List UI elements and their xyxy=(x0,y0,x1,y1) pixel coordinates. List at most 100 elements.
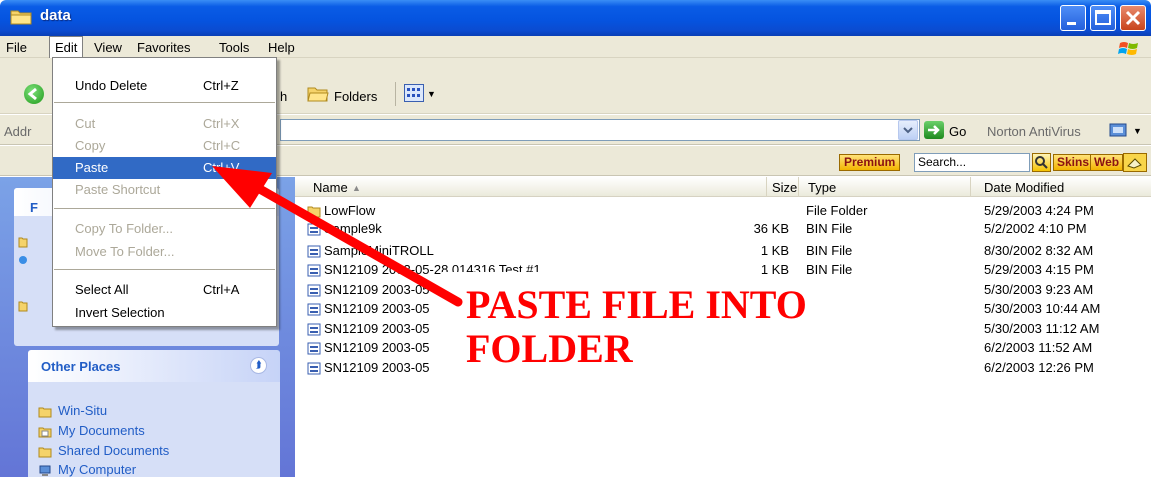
file-name: Sample9k xyxy=(324,221,382,236)
task-globe-icon xyxy=(19,256,27,264)
go-label[interactable]: Go xyxy=(949,124,966,139)
web-button[interactable]: Web xyxy=(1090,154,1124,171)
file-date-modified: 6/2/2003 12:26 PM xyxy=(984,360,1094,375)
menu-file[interactable]: File xyxy=(6,40,27,55)
eraser-icon[interactable] xyxy=(1123,153,1147,172)
edit-menu-dropdown: Undo Delete Ctrl+Z Cut Ctrl+X Copy Ctrl+… xyxy=(52,57,277,327)
menu-view[interactable]: View xyxy=(94,40,122,55)
chevron-down-icon xyxy=(903,127,913,134)
menu-item-shortcut: Ctrl+Z xyxy=(203,78,239,93)
annotation-line-2: FOLDER xyxy=(466,326,633,371)
address-input[interactable] xyxy=(280,119,920,141)
minimize-button[interactable] xyxy=(1060,5,1086,31)
skins-search-input[interactable]: Search... xyxy=(914,153,1030,172)
menu-tools[interactable]: Tools xyxy=(219,40,249,55)
menu-item-cut[interactable]: Cut Ctrl+X xyxy=(53,113,276,135)
column-divider[interactable] xyxy=(798,177,799,197)
place-shared-documents[interactable]: Shared Documents xyxy=(58,443,169,458)
menu-item-label: Copy To Folder... xyxy=(75,221,174,236)
bin-file-icon xyxy=(307,362,321,375)
menu-item-paste[interactable]: Paste Ctrl+V xyxy=(53,157,276,179)
task-folder-icon xyxy=(18,237,28,248)
file-name: LowFlow xyxy=(324,203,376,218)
my-documents-icon xyxy=(38,427,52,438)
file-size: 36 KB xyxy=(753,221,789,236)
search-button-label[interactable]: h xyxy=(280,89,287,104)
menu-item-move-to-folder[interactable]: Move To Folder... xyxy=(53,241,276,263)
column-type[interactable]: Type xyxy=(808,180,836,195)
place-my-computer[interactable]: My Computer xyxy=(58,462,136,477)
go-button[interactable] xyxy=(924,121,944,139)
menu-item-paste-shortcut[interactable]: Paste Shortcut xyxy=(53,179,276,201)
file-name: SN12109 2003-05 xyxy=(324,321,430,336)
file-size: 1 KB xyxy=(760,243,789,258)
folders-button[interactable]: Folders xyxy=(334,89,377,104)
menu-favorites[interactable]: Favorites xyxy=(137,40,190,55)
menu-item-copy-to-folder[interactable]: Copy To Folder... xyxy=(53,218,276,240)
place-my-documents[interactable]: My Documents xyxy=(58,423,145,438)
file-type: BIN File xyxy=(806,221,853,236)
file-size: 1 KB xyxy=(760,262,789,277)
skins-button[interactable]: Skins xyxy=(1053,154,1094,171)
menu-item-shortcut: Ctrl+A xyxy=(203,282,240,297)
bin-file-icon xyxy=(307,342,321,355)
file-date-modified: 5/30/2003 9:23 AM xyxy=(984,282,1094,297)
bin-file-icon xyxy=(307,245,321,258)
menu-item-label: Cut xyxy=(75,116,96,131)
menu-item-label: Paste xyxy=(75,160,109,175)
norton-antivirus-label[interactable]: Norton AntiVirus xyxy=(987,124,1081,139)
menu-help[interactable]: Help xyxy=(268,40,295,55)
file-name: SN12109 2003-05 xyxy=(324,360,430,375)
windows-logo-icon xyxy=(1118,42,1138,55)
menu-item-shortcut: Ctrl+X xyxy=(203,116,240,131)
menu-item-label: Copy xyxy=(75,138,106,153)
file-date-modified: 5/29/2003 4:24 PM xyxy=(984,203,1094,218)
column-divider[interactable] xyxy=(766,177,767,197)
menu-item-label: Undo Delete xyxy=(75,78,148,93)
back-button[interactable] xyxy=(24,84,44,104)
menu-item-invert-selection[interactable]: Invert Selection xyxy=(53,302,276,324)
file-row[interactable]: LowFlow File Folder 5/29/2003 4:24 PM xyxy=(307,203,1147,221)
premium-button[interactable]: Premium xyxy=(839,154,901,171)
column-date-modified[interactable]: Date Modified xyxy=(984,180,1064,195)
file-type: BIN File xyxy=(806,243,853,258)
place-win-situ[interactable]: Win-Situ xyxy=(58,403,107,418)
norton-dropdown-icon[interactable]: ▼ xyxy=(1133,126,1142,136)
file-row[interactable]: SampleMiniTROLL 1 KB BIN File 8/30/2002 8:3… xyxy=(307,243,1147,261)
norton-icon[interactable] xyxy=(1109,123,1127,137)
search-button[interactable] xyxy=(1032,153,1051,172)
menu-item-copy[interactable]: Copy Ctrl+C xyxy=(53,135,276,157)
address-label: Addr xyxy=(4,124,32,139)
file-name: SN12109 2003-05 xyxy=(324,282,430,297)
sort-ascending-icon: ▲ xyxy=(352,183,361,193)
file-date-modified: 5/30/2003 11:12 AM xyxy=(984,321,1100,336)
menu-item-label: Move To Folder... xyxy=(75,244,175,259)
menu-separator xyxy=(54,269,275,270)
menu-edit[interactable]: Edit xyxy=(49,36,84,58)
address-dropdown-button[interactable] xyxy=(898,120,918,140)
file-date-modified: 5/2/2002 4:10 PM xyxy=(984,221,1087,236)
title-bar[interactable]: data xyxy=(0,0,1151,36)
maximize-button[interactable] xyxy=(1090,5,1116,31)
menu-item-label: Invert Selection xyxy=(75,305,165,320)
minimize-icon xyxy=(1067,22,1076,25)
column-name[interactable]: Name xyxy=(313,180,348,195)
views-icon[interactable] xyxy=(404,84,424,102)
views-dropdown-icon[interactable]: ▼ xyxy=(427,89,436,99)
column-size[interactable]: Size xyxy=(772,180,797,195)
menu-separator xyxy=(54,102,275,103)
collapse-chevron-icon[interactable]: ⮭ xyxy=(250,357,267,374)
column-divider[interactable] xyxy=(970,177,971,197)
folder-icon xyxy=(38,407,52,418)
file-date-modified: 5/29/2003 4:15 PM xyxy=(984,262,1094,277)
menu-item-select-all[interactable]: Select All Ctrl+A xyxy=(53,279,276,301)
close-icon xyxy=(1125,10,1141,26)
menu-item-shortcut: Ctrl+C xyxy=(203,138,241,153)
search-icon xyxy=(1035,156,1048,169)
menu-item-undo-delete[interactable]: Undo Delete Ctrl+Z xyxy=(53,75,276,97)
my-computer-icon xyxy=(39,465,51,476)
file-row[interactable]: Sample9k 36 KB BIN File 5/2/2002 4:10 PM xyxy=(307,221,1147,239)
file-row[interactable]: SN12109 2003-05-28 014316 Test #1 1 KB BIN… xyxy=(307,262,1147,280)
close-button[interactable] xyxy=(1120,5,1146,31)
toolbar-separator xyxy=(395,82,396,106)
